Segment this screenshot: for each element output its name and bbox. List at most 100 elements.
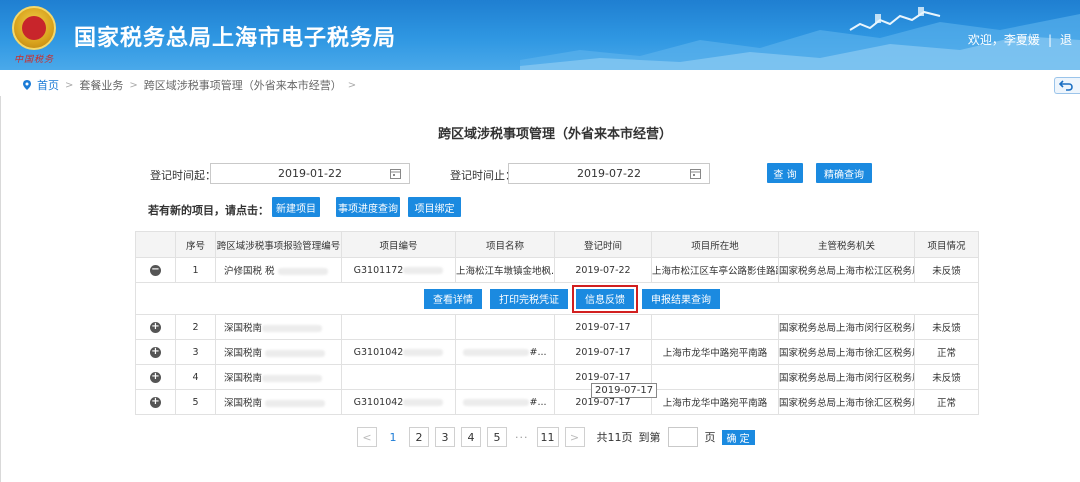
last-page-button[interactable]: 11 [536,427,559,447]
new-item-prompt: 若有新的项目，请点击： [148,204,269,217]
calendar-icon[interactable] [690,168,701,179]
collapse-icon[interactable]: − [150,265,161,276]
breadcrumb-sep: > [347,79,357,91]
row-location [651,314,779,340]
page-1-button[interactable]: 1 [383,427,403,447]
row-reg-time: 2019-07-17 [554,339,652,365]
row-mgmt-no: 深国税南 [215,314,342,340]
row-mgmt-no-text: 深国税南 [224,398,263,409]
redacted-block [262,325,323,332]
row-seq: 4 [175,364,216,390]
logout-link[interactable]: 退 [1060,33,1072,47]
row-proj-name [455,314,555,340]
expand-icon[interactable]: + [150,372,161,383]
table-header: 序号 跨区域涉税事项报验管理编号 项目编号 项目名称 登记时间 项目所在地 主管… [135,231,979,258]
site-title: 国家税务总局上海市电子税务局 [74,26,397,51]
date-tooltip: 2019-07-17 [591,383,658,398]
view-detail-button[interactable]: 查看详情 [424,288,482,309]
breadcrumb-sep: > [129,79,138,91]
row-mgmt-no-text: 深国税南 [224,323,263,334]
row-status: 未反馈 [914,257,979,283]
goto-confirm-button[interactable]: 确 定 [721,429,755,445]
breadcrumb-home[interactable]: 首页 [37,77,59,93]
page-5-button[interactable]: 5 [487,427,507,447]
info-feedback-button[interactable]: 信息反馈 [572,284,638,313]
goto-label: 到第 [638,431,661,444]
row-status: 正常 [914,339,979,365]
next-page-button[interactable]: > [564,427,585,447]
table-row[interactable]: + 4 深国税南 2019-07-17 国家税务总局上海市闵行区税务局 未反馈 [135,364,979,390]
progress-query-button[interactable]: 事项进度查询 [336,197,400,217]
row-seq: 5 [175,389,216,415]
row-proj-name-text: #... [529,396,547,408]
emblem-caption: 中国税务 [14,55,55,65]
row-proj-name: #... [455,389,555,415]
query-button[interactable]: 查 询 [767,163,803,183]
col-location: 项目所在地 [651,231,779,258]
exact-query-button[interactable]: 精确查询 [816,163,872,183]
row-authority: 国家税务总局上海市闵行区税务局 [778,364,915,390]
back-button[interactable] [1054,77,1080,94]
row-proj-no: G3101042 [341,389,456,415]
table-row[interactable]: − 1 沪修国税 税 G3101172 上海松江车墩镇金地枫... 2019-0… [135,257,979,283]
breadcrumb-sep: > [65,79,74,91]
new-project-button[interactable]: 新建项目 [272,197,320,217]
col-authority: 主管税务机关 [778,231,915,258]
row-proj-no-text: G3101042 [353,396,404,408]
print-certificate-button[interactable]: 打印完税凭证 [490,288,568,309]
row-status: 未反馈 [914,314,979,340]
welcome-area: 欢迎，李夏媛 | 退 [968,31,1072,48]
page-2-button[interactable]: 2 [409,427,429,447]
table-row[interactable]: + 5 深国税南 G3101042 #... 2019-07-17 上海市龙华中… [135,389,979,415]
end-date-label: 登记时间止： [450,169,516,182]
goto-page-input[interactable] [667,427,698,447]
row-authority: 国家税务总局上海市松江区税务局 [778,257,915,283]
breadcrumb: 首页 > 套餐业务 > 跨区域涉税事项管理（外省来本市经营） > [0,74,1080,96]
row-status: 正常 [914,389,979,415]
row-mgmt-no: 沪修国税 税 [215,257,342,283]
report-result-query-button[interactable]: 申报结果查询 [642,288,720,309]
prev-page-button[interactable]: < [357,427,377,447]
redacted-block [277,268,328,275]
expand-icon[interactable]: + [150,322,161,333]
pager-ellipsis: ··· [515,430,529,444]
table-row[interactable]: + 2 深国税南 2019-07-17 国家税务总局上海市闵行区税务局 未反馈 [135,314,979,340]
calendar-icon[interactable] [390,168,401,179]
bind-project-button[interactable]: 项目绑定 [408,197,461,217]
breadcrumb-level1[interactable]: 套餐业务 [79,77,123,93]
page-3-button[interactable]: 3 [435,427,455,447]
start-date-label: 登记时间起： [150,169,216,182]
row-authority: 国家税务总局上海市徐汇区税务局 [778,389,915,415]
row-proj-no-text: G3101042 [353,346,404,358]
col-mgmt-no: 跨区域涉税事项报验管理编号 [215,231,342,258]
page-unit-label: 页 [704,431,716,444]
row-status: 未反馈 [914,364,979,390]
col-reg-time: 登记时间 [554,231,652,258]
page-4-button[interactable]: 4 [461,427,481,447]
end-date-input[interactable]: 2019-07-22 [508,163,710,184]
expand-icon[interactable]: + [150,397,161,408]
row-mgmt-no-text: 深国税南 [224,373,263,384]
page-title: 跨区域涉税事项管理（外省来本市经营） [437,127,672,142]
redacted-block [403,266,444,274]
col-proj-no: 项目编号 [341,231,456,258]
redacted-block [403,348,444,356]
welcome-user[interactable]: 欢迎，李夏媛 [968,33,1040,47]
redacted-block [403,398,444,406]
row-mgmt-no-text: 深国税南 [224,348,263,359]
row-proj-name: #... [455,339,555,365]
row-mgmt-no: 深国税南 [215,339,342,365]
row-authority: 国家税务总局上海市徐汇区税务局 [778,339,915,365]
row-proj-name-text: #... [529,346,547,358]
col-toggle [135,231,176,258]
row-seq: 3 [175,339,216,365]
row-seq: 1 [175,257,216,283]
start-date-input[interactable]: 2019-01-22 [210,163,410,184]
row-mgmt-no: 深国税南 [215,364,342,390]
row-location: 上海市龙华中路宛平南路 [651,339,779,365]
row-proj-name [455,364,555,390]
expand-icon[interactable]: + [150,347,161,358]
header-separator: | [1047,33,1052,47]
row-proj-no [341,314,456,340]
table-row[interactable]: + 3 深国税南 G3101042 #... 2019-07-17 上海市龙华中… [135,339,979,365]
